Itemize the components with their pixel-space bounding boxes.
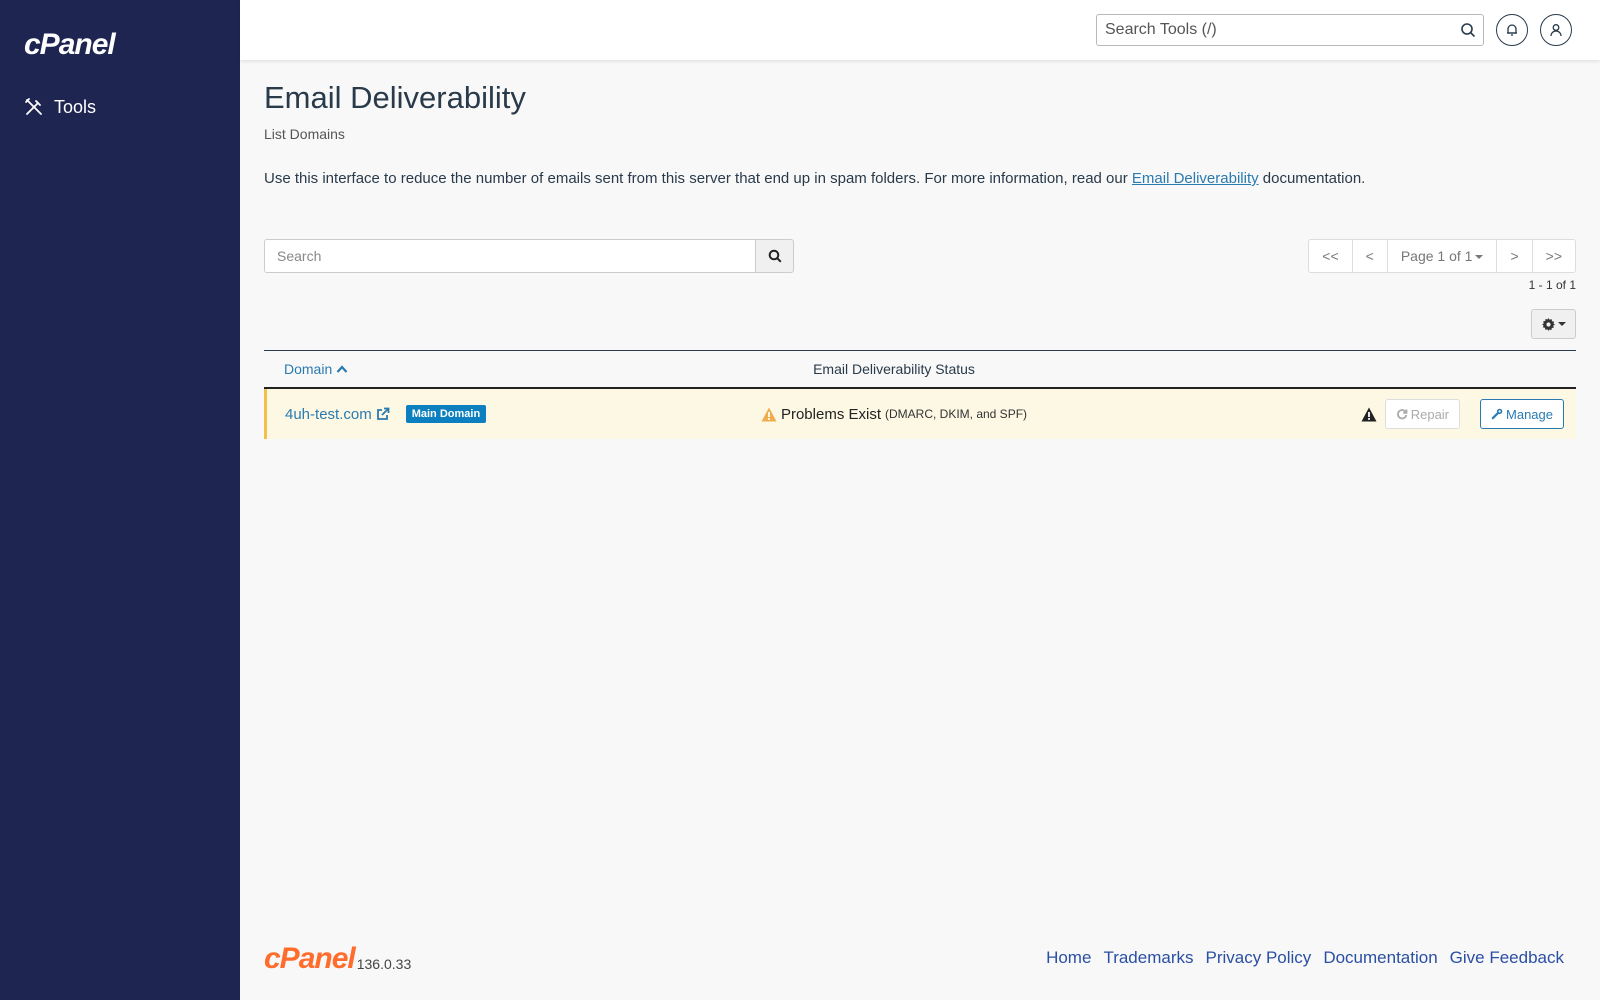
repair-button[interactable]: Repair [1384,399,1461,429]
refresh-icon [1396,409,1408,420]
manage-label: Manage [1506,406,1553,422]
domain-search-input[interactable]: Search [264,239,755,273]
footer-cpanel-logo[interactable]: cPanel [264,944,356,974]
cpanel-logo[interactable]: cPanel [24,28,116,62]
footer-link-privacy-policy[interactable]: Privacy Policy [1206,948,1312,968]
status-column-header: Email Deliverability Status [813,361,975,377]
row-actions: Repair Manage [1204,399,1576,429]
tools-icon [25,98,42,115]
warning-icon [761,407,777,421]
pagination: << < Page 1 of 1 > >> [1308,239,1576,273]
table-row: 4uh-test.com Main Domain Problems Exist … [264,389,1576,439]
sidebar: cPanel Tools [0,0,240,1000]
search-icon [768,249,782,263]
domain-link[interactable]: 4uh-test.com [285,406,390,423]
main-domain-badge: Main Domain [405,405,487,423]
chevron-down-icon [1557,322,1566,326]
footer-link-home[interactable]: Home [1046,948,1091,968]
status-detail: (DMARC, DKIM, and SPF) [885,407,1028,421]
table-settings-button[interactable] [1531,309,1576,339]
user-menu-button[interactable] [1540,14,1572,46]
footer-brand: cPanel 136.0.33 [264,944,411,974]
footer-link-documentation[interactable]: Documentation [1323,948,1437,968]
repair-label: Repair [1410,406,1450,422]
last-page-button[interactable]: >> [1531,240,1575,272]
search-icon[interactable] [1453,22,1483,38]
intro-text: Use this interface to reduce the number … [264,170,1365,187]
chevron-up-icon [336,365,348,373]
domain-name: 4uh-test.com [285,405,372,423]
manage-button[interactable]: Manage [1480,399,1564,429]
notifications-button[interactable] [1496,14,1528,46]
chevron-down-icon [1475,255,1484,259]
table-header: Domain Email Deliverability Status [264,351,1576,389]
page-title: Email Deliverability [264,80,526,115]
alert-icon [1361,407,1377,421]
intro-text-after: documentation. [1258,170,1366,187]
user-icon [1550,24,1562,37]
tools-search-placeholder: Search Tools (/) [1105,21,1217,38]
gear-icon [1541,317,1555,331]
domain-cell: 4uh-test.com Main Domain [267,405,584,423]
status-main: Problems Exist [780,405,881,423]
footer-links: Home Trademarks Privacy Policy Documenta… [1046,948,1564,968]
bell-icon [1507,24,1517,36]
sidebar-item-label: Tools [54,96,97,117]
external-link-icon [376,407,390,420]
intro-text-before: Use this interface to reduce the number … [264,170,1132,187]
sidebar-item-tools[interactable]: Tools [24,92,96,122]
first-page-button[interactable]: << [1309,240,1351,272]
page-subtitle: List Domains [264,126,345,142]
status-cell: Problems Exist (DMARC, DKIM, and SPF) [584,406,1204,423]
next-page-button[interactable]: > [1496,240,1531,272]
footer-link-trademarks[interactable]: Trademarks [1103,948,1193,968]
topbar: Search Tools (/) [240,0,1600,60]
tools-search-input[interactable]: Search Tools (/) [1096,14,1484,46]
domain-column-header[interactable]: Domain [264,361,584,377]
domains-table: Domain Email Deliverability Status 4uh-t… [264,350,1576,439]
result-range: 1 - 1 of 1 [1528,278,1576,292]
page-select[interactable]: Page 1 of 1 [1386,240,1497,272]
prev-page-button[interactable]: < [1351,240,1387,272]
domain-search: Search [264,239,794,273]
email-deliverability-doc-link[interactable]: Email Deliverability [1132,170,1259,187]
version-number: 136.0.33 [356,956,412,972]
domain-search-button[interactable] [755,239,794,273]
wrench-icon [1491,408,1503,420]
page-select-label: Page 1 of 1 [1400,248,1473,264]
footer: cPanel 136.0.33 Home Trademarks Privacy … [264,944,1576,984]
footer-link-give-feedback[interactable]: Give Feedback [1450,948,1564,968]
domain-column-label: Domain [284,361,333,377]
